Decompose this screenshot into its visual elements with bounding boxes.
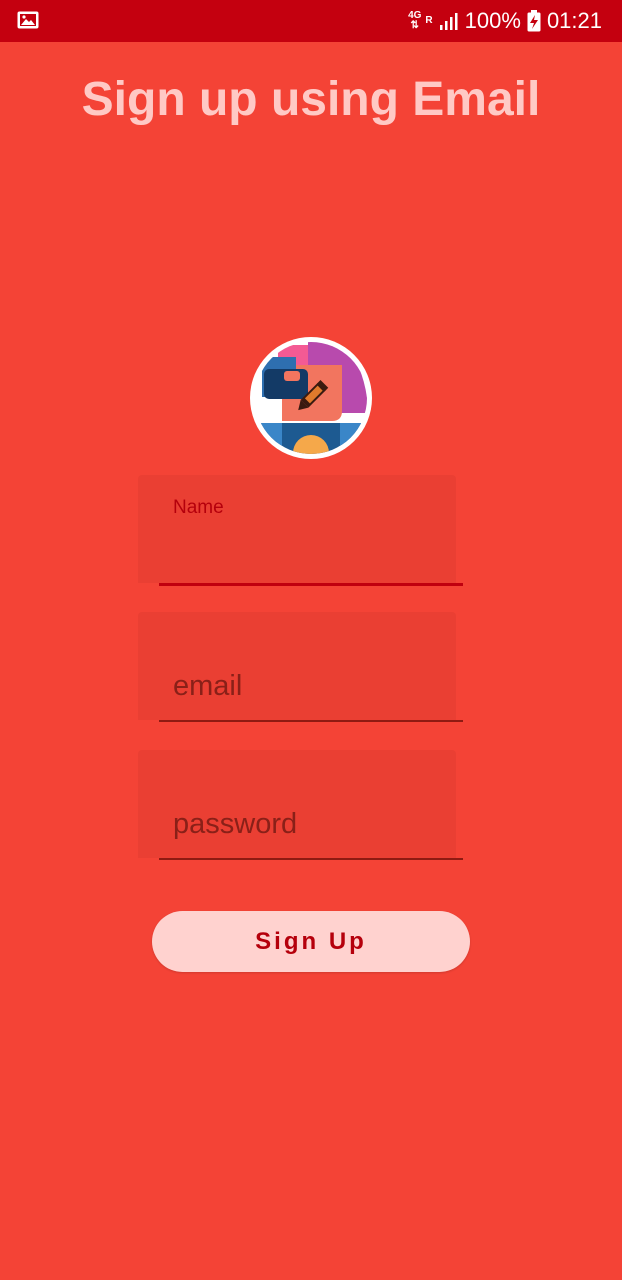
avatar-edit-button[interactable]: [250, 337, 372, 459]
name-input[interactable]: [173, 531, 443, 567]
clock: 01:21: [546, 8, 602, 33]
battery-charging-icon: [527, 10, 541, 32]
sign-up-button[interactable]: Sign Up: [152, 911, 470, 972]
avatar-picture: [251, 338, 371, 458]
status-bar: 4G ⇅ R 100% 01:21: [0, 0, 622, 42]
roaming-indicator: R: [425, 15, 433, 26]
network-indicator: 4G ⇅: [408, 10, 422, 31]
password-underline: [159, 858, 463, 860]
name-label: Name: [173, 497, 224, 518]
name-underline: [159, 583, 463, 586]
page-title: Sign up using Email: [81, 73, 541, 126]
signal-icon: [439, 13, 458, 30]
password-field[interactable]: [138, 750, 463, 860]
battery-percent: 100%: [464, 8, 521, 33]
email-field[interactable]: [138, 612, 463, 722]
status-icons: 4G ⇅ R 100% 01:21: [408, 0, 602, 42]
password-input[interactable]: [173, 806, 443, 842]
name-field[interactable]: Name: [138, 475, 463, 586]
image-icon: [17, 11, 39, 29]
email-underline: [159, 720, 463, 722]
email-input[interactable]: [173, 668, 443, 704]
